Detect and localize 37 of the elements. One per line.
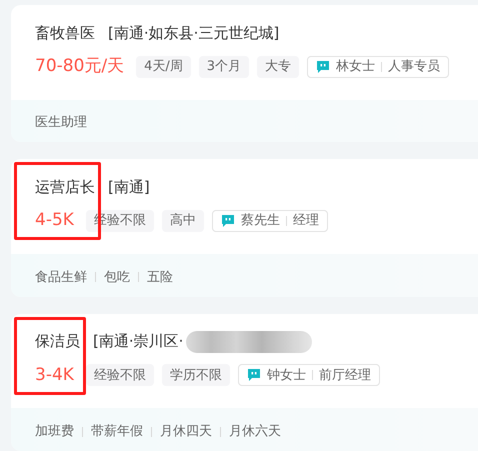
contact-name: 钟女士 — [266, 366, 306, 385]
benefit-label: 医生助理 — [35, 114, 87, 132]
chat-icon — [316, 60, 330, 74]
job-title: 畜牧兽医 — [35, 22, 95, 44]
job-location: [南通·崇川区· — [93, 331, 184, 352]
benefit-label: 加班费 — [35, 422, 74, 441]
contact-tag[interactable]: 蔡先生 经理 — [212, 210, 328, 232]
benefit-label: 食品生鲜 — [35, 268, 87, 287]
contact-role: 经理 — [292, 212, 319, 230]
job-title: 运营店长 — [35, 177, 95, 198]
salary: 70-80元/天 — [35, 55, 124, 78]
salary: 3-4K — [35, 364, 74, 387]
chat-icon — [220, 214, 235, 228]
benefit-label: 月休四天 — [160, 422, 212, 441]
benefit-label: 带薪年假 — [91, 422, 143, 441]
job-tag: 高中 — [162, 210, 204, 232]
salary: 4-5K — [35, 209, 74, 232]
job-tag: 学历不限 — [162, 364, 230, 386]
benefit-label: 五险 — [147, 268, 173, 287]
benefit-label: 月休六天 — [229, 422, 281, 441]
contact-name: 蔡先生 — [240, 212, 280, 230]
contact-role: 人事专员 — [388, 58, 440, 76]
job-tag: 4天/周 — [136, 56, 191, 78]
contact-name: 林女士 — [336, 58, 376, 76]
chat-icon — [246, 368, 261, 382]
job-tag: 大专 — [257, 56, 300, 78]
benefit-label: 包吃 — [104, 268, 130, 287]
job-location: [南通] — [108, 177, 150, 198]
contact-tag[interactable]: 林女士 人事专员 — [307, 56, 450, 78]
job-card[interactable]: 畜牧兽医 [南通·如东县·三元世纪城] 70-80元/天 4天/周 3个月 大专 林女士 人事专员 医生助理 — [11, 5, 478, 142]
job-card[interactable]: 保洁员 [南通·崇川区· 3-4K 经验不限 学历不限 钟女士 前厅经理 加班费 带薪年假 月休四天 月休六天 — [11, 314, 478, 451]
job-title: 保洁员 — [35, 331, 80, 352]
contact-tag[interactable]: 钟女士 前厅经理 — [238, 364, 380, 386]
job-tag: 经验不限 — [86, 364, 154, 386]
job-tag: 3个月 — [198, 56, 250, 78]
contact-role: 前厅经理 — [318, 366, 371, 385]
job-location: [南通·如东县·三元世纪城] — [108, 22, 280, 44]
